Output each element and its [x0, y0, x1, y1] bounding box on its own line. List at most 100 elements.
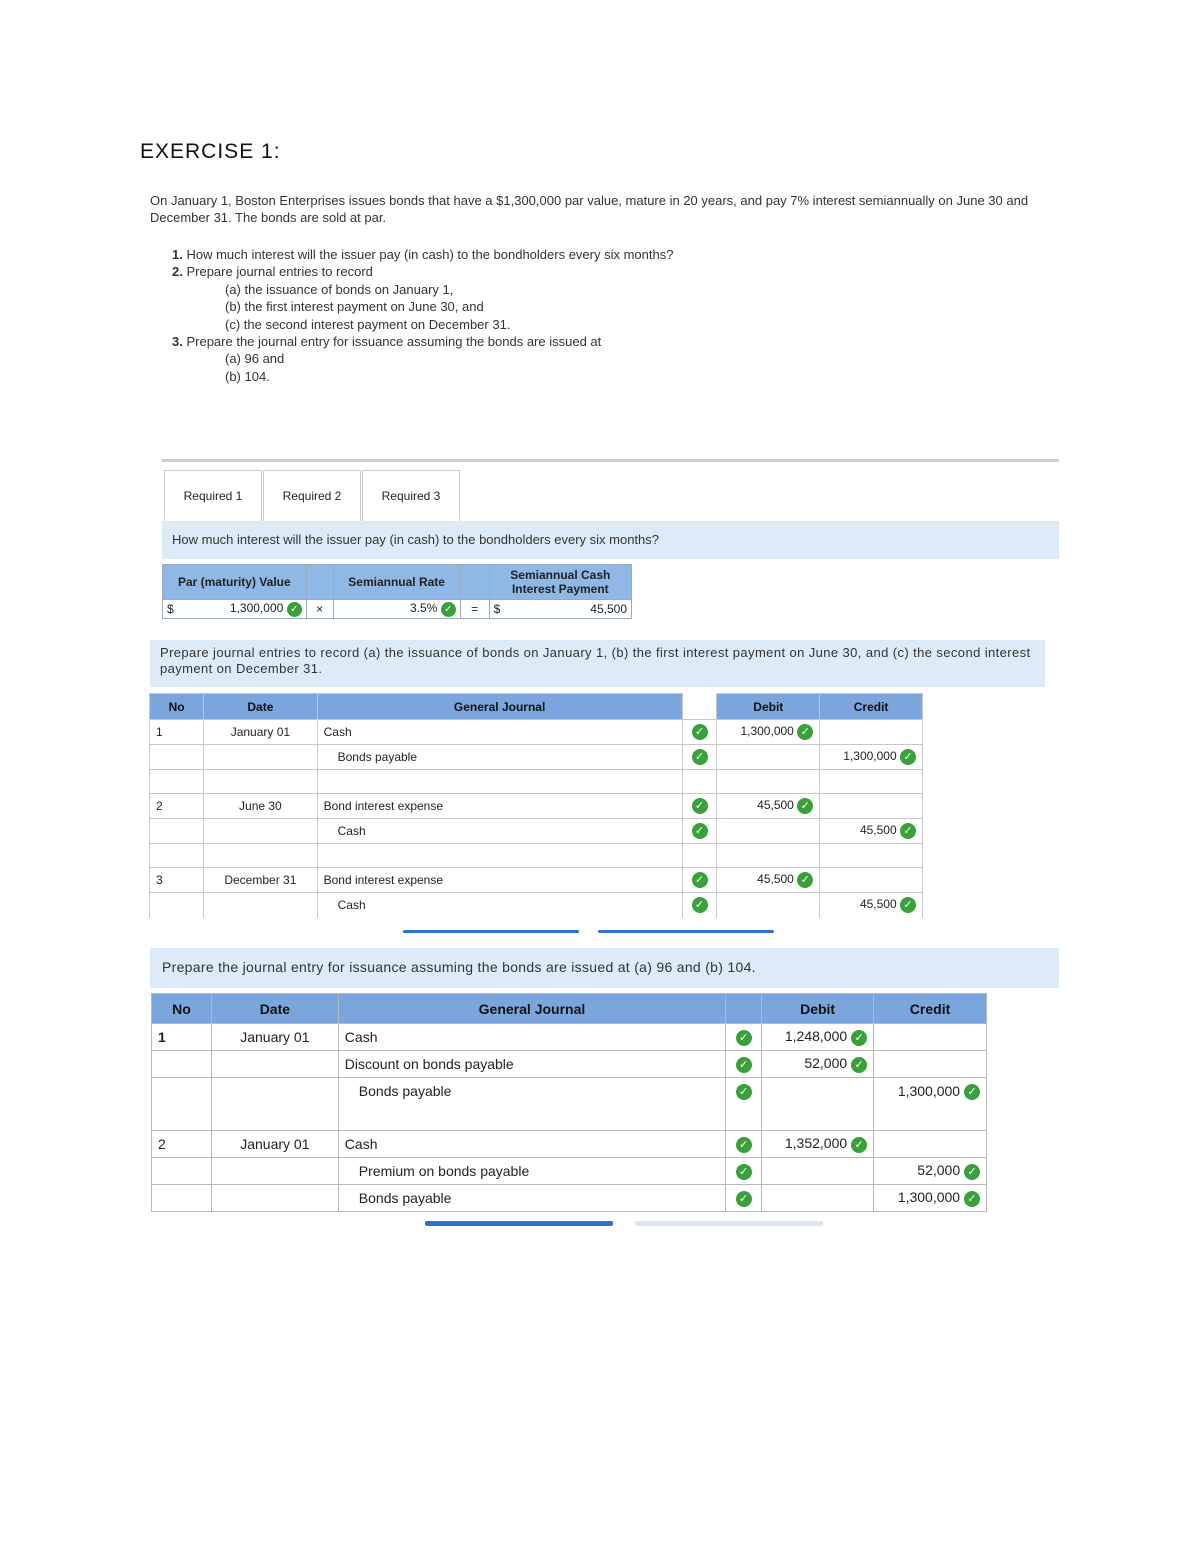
- checkmark-circle-icon: ✓: [964, 1163, 980, 1180]
- account-cell[interactable]: Bonds payable: [337, 1184, 727, 1212]
- payment-cell[interactable]: 45,500: [517, 599, 632, 619]
- debit-cell[interactable]: 1,300,000 ✓: [716, 719, 821, 745]
- date-cell[interactable]: June 30: [203, 793, 318, 819]
- header-par-value: Par (maturity) Value: [162, 564, 307, 600]
- checkmark-circle-icon: ✓: [691, 724, 708, 740]
- debit-cell[interactable]: 52,000 ✓: [761, 1050, 875, 1078]
- credit-cell[interactable]: [873, 1130, 987, 1158]
- checkmark-circle-icon: ✓: [900, 897, 916, 914]
- journal-table-required-2: No Date General Journal Debit Credit 1 J…: [148, 693, 923, 918]
- question-3a: (a) 96 and: [225, 351, 285, 367]
- debit-cell[interactable]: [716, 892, 821, 918]
- header-date: Date: [210, 993, 339, 1024]
- credit-cell[interactable]: [819, 719, 923, 745]
- required-3-prompt: Prepare the journal entry for issuance a…: [150, 948, 1059, 988]
- debit-cell[interactable]: [716, 744, 821, 770]
- prev-tab-button[interactable]: [403, 930, 579, 933]
- tab-required-1[interactable]: Required 1: [164, 470, 262, 521]
- table-row: 3 December 31 Bond interest expense ✓ 45…: [148, 867, 923, 893]
- checkmark-circle-icon: ✓: [735, 1056, 752, 1073]
- header-debit: Debit: [716, 693, 821, 720]
- debit-cell[interactable]: 1,248,000 ✓: [761, 1023, 875, 1051]
- debit-cell[interactable]: 45,500 ✓: [716, 867, 821, 893]
- checkmark-circle-icon: ✓: [735, 1190, 752, 1207]
- date-cell[interactable]: January 01: [210, 1130, 339, 1158]
- par-value-cell[interactable]: 1,300,000 ✓: [191, 599, 307, 619]
- debit-cell[interactable]: [761, 1077, 875, 1105]
- account-cell[interactable]: Discount on bonds payable: [337, 1050, 727, 1078]
- account-cell[interactable]: Bond interest expense: [316, 867, 683, 893]
- table-row: 2 January 01 Cash ✓ 1,352,000 ✓: [151, 1130, 987, 1158]
- table-row: Bonds payable ✓ 1,300,000 ✓: [151, 1077, 987, 1105]
- credit-cell[interactable]: 1,300,000 ✓: [873, 1184, 987, 1212]
- header-debit: Debit: [761, 993, 875, 1024]
- header-no: No: [151, 993, 212, 1024]
- rate-cell[interactable]: 3.5% ✓: [332, 599, 461, 619]
- account-cell[interactable]: Cash: [316, 818, 683, 844]
- account-cell[interactable]: Bonds payable: [316, 744, 683, 770]
- question-2a: (a) the issuance of bonds on January 1,: [225, 281, 454, 297]
- spacer-row: [151, 1104, 987, 1131]
- date-cell[interactable]: January 01: [210, 1023, 339, 1051]
- table-row: Cash ✓ 45,500 ✓: [148, 892, 923, 918]
- required-2-prompt: Prepare journal entries to record (a) th…: [150, 640, 1045, 687]
- debit-cell[interactable]: [761, 1184, 875, 1212]
- checkmark-circle-icon: ✓: [851, 1136, 868, 1153]
- tab-required-2[interactable]: Required 2: [263, 470, 361, 521]
- question-2: 2. Prepare journal entries to record: [172, 264, 373, 280]
- table-row: 1 January 01 Cash ✓ 1,300,000 ✓: [148, 719, 923, 745]
- account-cell[interactable]: Cash: [316, 892, 683, 918]
- account-cell[interactable]: Cash: [337, 1130, 727, 1158]
- header-no: No: [148, 693, 205, 720]
- equals-operator: =: [459, 599, 490, 619]
- checkmark-circle-icon: ✓: [900, 749, 916, 765]
- debit-cell[interactable]: [716, 818, 821, 844]
- credit-cell[interactable]: [873, 1050, 987, 1078]
- credit-cell[interactable]: [819, 867, 923, 893]
- account-cell[interactable]: Bond interest expense: [316, 793, 683, 819]
- credit-cell[interactable]: [873, 1023, 987, 1051]
- checkmark-circle-icon: ✓: [691, 872, 708, 888]
- checkmark-circle-icon: ✓: [964, 1083, 980, 1100]
- table-row: Bonds payable ✓ 1,300,000 ✓: [151, 1184, 987, 1212]
- credit-cell[interactable]: 1,300,000 ✓: [873, 1077, 987, 1105]
- credit-cell[interactable]: 45,500 ✓: [819, 818, 923, 844]
- checkmark-circle-icon: ✓: [735, 1163, 752, 1180]
- table-row: 1 January 01 Cash ✓ 1,248,000 ✓: [151, 1023, 987, 1051]
- prev-tab-button[interactable]: [425, 1221, 613, 1226]
- dollar-sign: $: [488, 599, 518, 619]
- question-1: 1. How much interest will the issuer pay…: [172, 247, 674, 262]
- debit-cell[interactable]: 45,500 ✓: [716, 793, 821, 819]
- header-general-journal: General Journal: [337, 993, 727, 1024]
- header-date: Date: [203, 693, 318, 720]
- dollar-sign: $: [162, 599, 191, 619]
- spacer-row: [148, 769, 923, 794]
- next-tab-button[interactable]: [598, 930, 774, 933]
- credit-cell[interactable]: 45,500 ✓: [819, 892, 923, 918]
- account-cell[interactable]: Cash: [337, 1023, 727, 1051]
- journal-table-required-3: No Date General Journal Debit Credit 1 J…: [151, 993, 987, 1212]
- account-cell[interactable]: Bonds payable: [337, 1077, 727, 1105]
- next-tab-button[interactable]: [635, 1221, 823, 1226]
- checkmark-circle-icon: ✓: [691, 823, 708, 839]
- debit-cell[interactable]: 1,352,000 ✓: [761, 1130, 875, 1158]
- table-header-row: No Date General Journal Debit Credit: [148, 693, 923, 720]
- tab-required-3[interactable]: Required 3: [362, 470, 460, 521]
- date-cell[interactable]: January 01: [203, 719, 318, 745]
- checkmark-circle-icon: ✓: [797, 872, 814, 888]
- question-2b: (b) the first interest payment on June 3…: [225, 299, 484, 315]
- table-row: $ 1,300,000 ✓ × 3.5% ✓ = $ 45,500: [162, 599, 632, 619]
- credit-cell[interactable]: 52,000 ✓: [873, 1157, 987, 1185]
- header-semiannual-rate: Semiannual Rate: [332, 564, 461, 600]
- credit-cell[interactable]: 1,300,000 ✓: [819, 744, 923, 770]
- date-cell[interactable]: December 31: [203, 867, 318, 893]
- problem-statement: On January 1, Boston Enterprises issues …: [150, 193, 1029, 225]
- checkmark-circle-icon: ✓: [440, 601, 456, 617]
- debit-cell[interactable]: [761, 1157, 875, 1185]
- credit-cell[interactable]: [819, 793, 923, 819]
- spacer-row: [148, 843, 923, 868]
- checkmark-circle-icon: ✓: [964, 1190, 980, 1207]
- account-cell[interactable]: Cash: [316, 719, 683, 745]
- table-row: Cash ✓ 45,500 ✓: [148, 818, 923, 844]
- account-cell[interactable]: Premium on bonds payable: [337, 1157, 727, 1185]
